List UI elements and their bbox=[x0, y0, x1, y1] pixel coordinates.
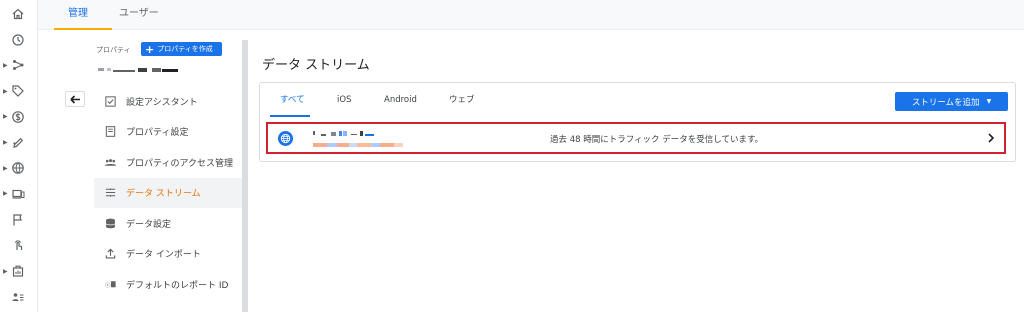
pencil-icon bbox=[11, 136, 25, 150]
globe-icon bbox=[11, 161, 25, 175]
rail-item[interactable]: ▶ bbox=[0, 107, 38, 127]
menu-item-label: データ ストリーム bbox=[126, 189, 201, 200]
create-property-button[interactable]: + プロパティを作成 bbox=[141, 42, 222, 56]
tab-all[interactable]: すべて bbox=[280, 83, 305, 116]
rail-item[interactable]: ▶ bbox=[0, 55, 38, 75]
expand-arrow-icon: ▶ bbox=[3, 139, 8, 146]
property-name-redacted[interactable] bbox=[98, 65, 183, 72]
database-icon bbox=[104, 217, 117, 230]
expand-arrow-icon: ▶ bbox=[3, 164, 8, 172]
person-list-icon bbox=[11, 290, 25, 304]
document-icon bbox=[104, 125, 117, 138]
expand-arrow-icon: ▶ bbox=[3, 190, 8, 198]
svg-text:☉: ☉ bbox=[104, 281, 110, 289]
property-panel-scrollbar[interactable] bbox=[242, 40, 248, 312]
rail-item[interactable]: ▶ bbox=[0, 133, 38, 153]
tab-admin[interactable]: 管理 bbox=[68, 0, 88, 30]
page-title: データ ストリーム bbox=[262, 58, 370, 73]
caret-down-icon: ▼ bbox=[986, 98, 992, 105]
menu-item[interactable]: データ インポート bbox=[94, 239, 242, 270]
arrow-left-icon bbox=[69, 94, 80, 104]
expand-arrow-icon: ▶ bbox=[3, 113, 8, 121]
menu-item[interactable]: プロパティのアクセス管理 bbox=[94, 147, 242, 178]
report-icon bbox=[11, 264, 25, 278]
add-stream-label: ストリームを追加 bbox=[911, 97, 980, 108]
streams-icon bbox=[104, 186, 117, 199]
top-tab-bar: 管理 ユーザー bbox=[38, 0, 1024, 30]
dollar-icon bbox=[11, 110, 25, 124]
rail-item[interactable]: ▶ bbox=[0, 184, 38, 204]
add-stream-button[interactable]: ストリームを追加 ▼ bbox=[895, 92, 1008, 111]
expand-arrow-icon: ▶ bbox=[3, 87, 8, 95]
tab-android[interactable]: Android bbox=[384, 83, 417, 116]
home-icon bbox=[11, 7, 25, 21]
tab-indicator bbox=[270, 115, 310, 117]
stream-row[interactable]: 過去 48 時間にトラフィック データを受信しています。 bbox=[266, 122, 1006, 154]
devices-icon bbox=[11, 187, 25, 201]
clock-icon bbox=[11, 33, 25, 47]
menu-item[interactable]: データ ストリーム bbox=[94, 177, 242, 208]
menu-item-label: プロパティのアクセス管理 bbox=[126, 158, 234, 169]
flag-icon bbox=[11, 213, 25, 227]
menu-item-label: データ インポート bbox=[126, 250, 201, 261]
stream-status-text: 過去 48 時間にトラフィック データを受信しています。 bbox=[550, 135, 764, 145]
stream-url-redacted bbox=[313, 140, 405, 147]
menu-item[interactable]: 設定アシスタント bbox=[94, 86, 242, 117]
tab-user[interactable]: ユーザー bbox=[119, 0, 159, 30]
web-globe-icon bbox=[278, 131, 293, 146]
menu-item-label: プロパティ設定 bbox=[126, 128, 189, 139]
property-label: プロパティ bbox=[96, 46, 131, 54]
admin-menu: 設定アシスタント プロパティ設定プロパティのアクセス管理 データ ストリーム データ設… bbox=[94, 86, 242, 300]
expand-arrow-icon: ▶ bbox=[3, 267, 8, 275]
property-panel: プロパティ + プロパティを作成 設定アシスタント プロパティ設定プロパティのアク… bbox=[38, 30, 248, 312]
create-property-label: プロパティを作成 bbox=[157, 45, 213, 53]
expand-arrow-icon: ▶ bbox=[3, 61, 8, 69]
share-icon bbox=[11, 58, 25, 72]
ga-admin-page: ▶ ▶ ▶ ▶ ▶ ▶ ▶ 管理 ユーザー プロパティ + プロパティを作成 設… bbox=[0, 0, 1024, 312]
rail-item[interactable] bbox=[0, 210, 38, 230]
tab-ios[interactable]: iOS bbox=[337, 83, 351, 116]
touch-icon bbox=[11, 238, 25, 252]
people-icon bbox=[104, 156, 117, 169]
plus-icon: + bbox=[145, 42, 155, 56]
rail-item[interactable] bbox=[0, 4, 38, 24]
main-content: データ ストリーム すべて iOS Android ウェブ ストリームを追加 ▼ bbox=[250, 30, 1024, 312]
menu-item-label: デフォルトのレポート ID bbox=[126, 280, 229, 291]
left-nav-rail: ▶ ▶ ▶ ▶ ▶ ▶ ▶ bbox=[0, 0, 38, 312]
stream-name-redacted bbox=[313, 129, 388, 136]
menu-item-label: データ設定 bbox=[126, 219, 172, 230]
checklist-icon bbox=[104, 95, 117, 108]
back-button[interactable] bbox=[65, 91, 85, 107]
rail-item[interactable]: ▶ bbox=[0, 158, 38, 178]
chevron-right-icon[interactable] bbox=[986, 131, 996, 145]
menu-item[interactable]: プロパティ設定 bbox=[94, 117, 242, 148]
rail-item[interactable]: ▶ bbox=[0, 261, 38, 281]
upload-icon bbox=[104, 247, 117, 260]
menu-item[interactable]: ☉ デフォルトのレポート ID bbox=[94, 269, 242, 300]
rail-item[interactable] bbox=[0, 30, 38, 50]
tab-web[interactable]: ウェブ bbox=[449, 83, 475, 116]
menu-item-label: 設定アシスタント bbox=[126, 97, 198, 108]
rail-item[interactable]: ▶ bbox=[0, 81, 38, 101]
streams-card: すべて iOS Android ウェブ ストリームを追加 ▼ 過去 48 時間に… bbox=[259, 82, 1016, 162]
menu-item[interactable]: データ設定 bbox=[94, 208, 242, 239]
id-icon: ☉ bbox=[104, 278, 117, 291]
rail-item[interactable] bbox=[0, 287, 38, 307]
rail-item[interactable] bbox=[0, 235, 38, 255]
tag-icon bbox=[11, 84, 25, 98]
